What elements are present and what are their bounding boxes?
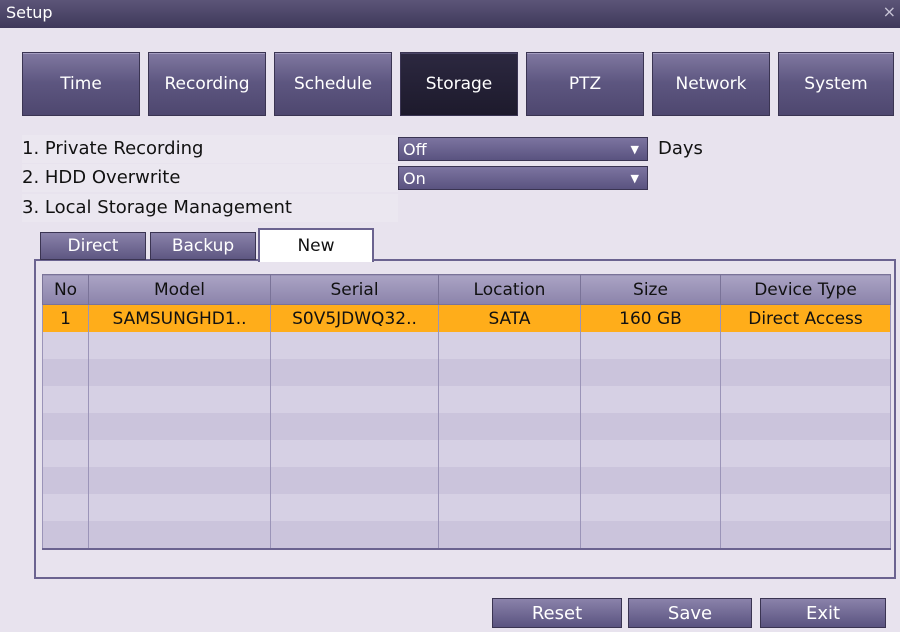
tab-system[interactable]: System [778, 52, 894, 116]
tab-recording[interactable]: Recording [148, 52, 266, 116]
column-header-model: Model [88, 274, 271, 305]
cell-serial: S0V5JDWQ32.. [270, 304, 439, 332]
chevron-down-icon: ▼ [630, 172, 639, 185]
private-recording-value: Off [403, 140, 427, 159]
column-header-location: Location [438, 274, 581, 305]
cell-device-type: Direct Access [720, 304, 891, 332]
column-header-size: Size [580, 274, 721, 305]
table-row-empty [42, 467, 891, 494]
cell-size: 160 GB [580, 304, 721, 332]
column-header-no: No [42, 274, 89, 305]
column-header-device-type: Device Type [720, 274, 891, 305]
local-storage-label: 3. Local Storage Management [22, 194, 398, 222]
tab-time[interactable]: Time [22, 52, 140, 116]
table-row-empty [42, 386, 891, 413]
table-row-empty [42, 494, 891, 521]
reset-button[interactable]: Reset [492, 598, 622, 628]
table-row-empty [42, 440, 891, 467]
cell-location: SATA [438, 304, 581, 332]
private-recording-label: 1. Private Recording [22, 135, 398, 163]
exit-button[interactable]: Exit [760, 598, 886, 628]
tab-schedule[interactable]: Schedule [274, 52, 392, 116]
storage-device-table: No Model Serial Location Size Device Typ… [42, 274, 891, 550]
column-header-serial: Serial [270, 274, 439, 305]
subtab-new[interactable]: New [258, 228, 374, 262]
subtab-direct[interactable]: Direct [40, 232, 146, 260]
days-unit-label: Days [658, 138, 703, 159]
cell-model: SAMSUNGHD1.. [88, 304, 271, 332]
table-row[interactable]: 1 SAMSUNGHD1.. S0V5JDWQ32.. SATA 160 GB … [42, 304, 891, 332]
hdd-overwrite-label: 2. HDD Overwrite [22, 164, 398, 192]
chevron-down-icon: ▼ [630, 143, 639, 156]
tab-network[interactable]: Network [652, 52, 770, 116]
hdd-overwrite-select[interactable]: On ▼ [398, 166, 648, 190]
window-title: Setup [6, 3, 53, 22]
title-bar: Setup × [0, 0, 900, 28]
table-row-empty [42, 332, 891, 359]
table-row-empty [42, 359, 891, 386]
table-row-empty [42, 521, 891, 550]
table-header-row: No Model Serial Location Size Device Typ… [42, 274, 891, 305]
subtab-backup[interactable]: Backup [150, 232, 256, 260]
tab-ptz[interactable]: PTZ [526, 52, 644, 116]
cell-no: 1 [42, 304, 89, 332]
close-icon[interactable]: × [883, 2, 896, 21]
private-recording-select[interactable]: Off ▼ [398, 137, 648, 161]
setup-window: Setup × Time Recording Schedule Storage … [0, 0, 900, 632]
hdd-overwrite-value: On [403, 169, 426, 188]
save-button[interactable]: Save [628, 598, 752, 628]
tab-storage[interactable]: Storage [400, 52, 518, 116]
table-row-empty [42, 413, 891, 440]
